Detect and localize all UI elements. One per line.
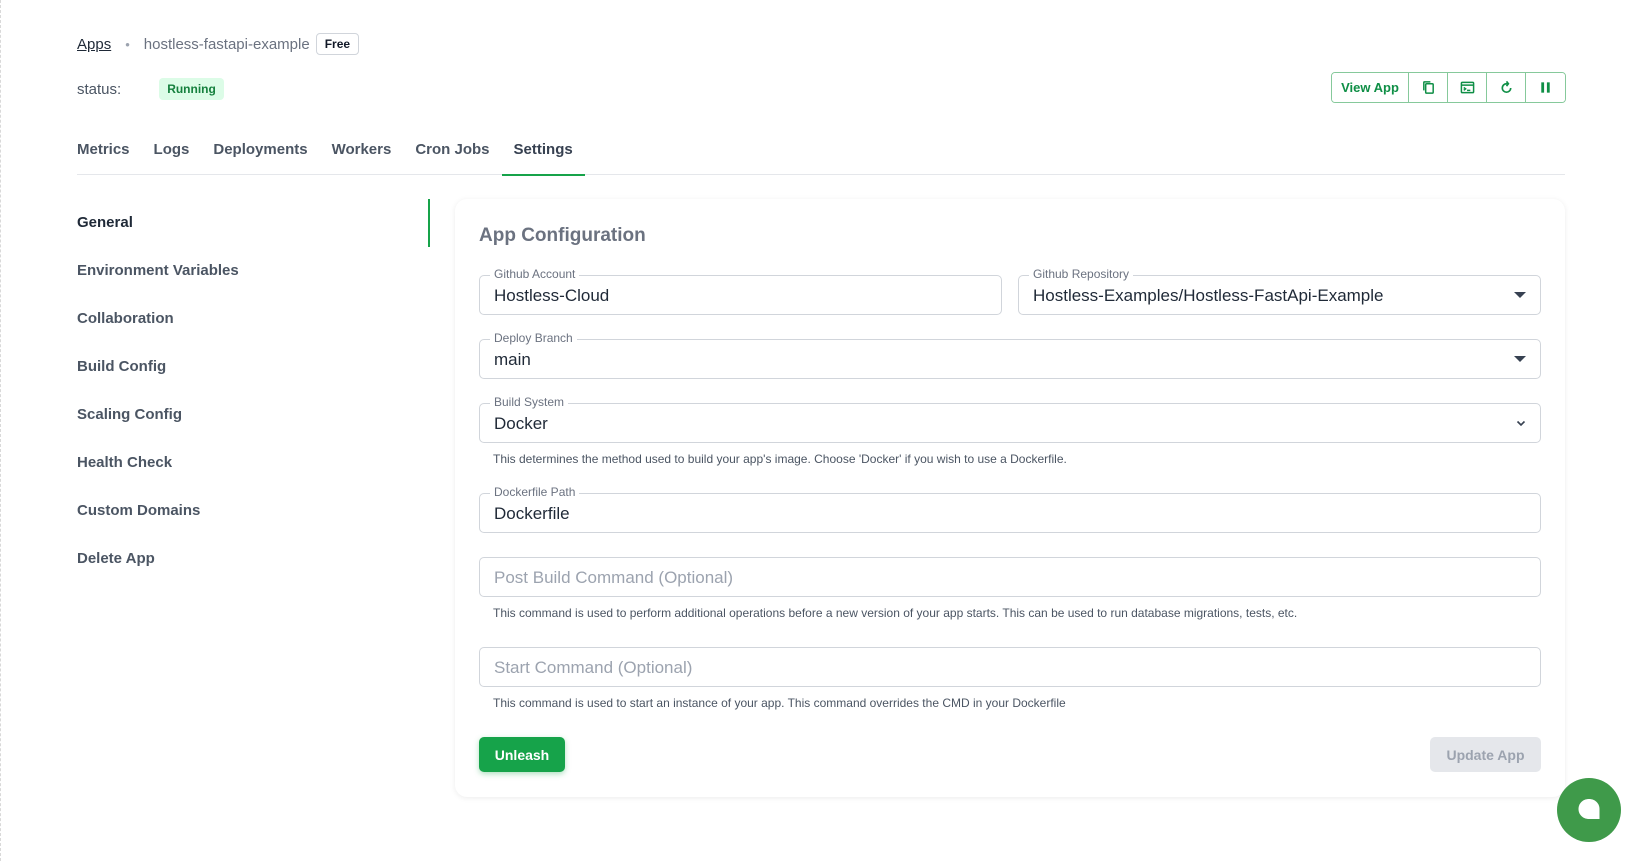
tab-logs[interactable]: Logs bbox=[154, 136, 190, 175]
post-build-command-placeholder: Post Build Command (Optional) bbox=[494, 568, 734, 587]
post-build-command-input[interactable]: Post Build Command (Optional) bbox=[479, 557, 1541, 597]
app-configuration-card: App Configuration Github Account Hostles… bbox=[455, 199, 1565, 797]
build-system-select[interactable]: Build System Docker bbox=[479, 395, 1541, 443]
build-system-helper: This determines the method used to build… bbox=[493, 452, 1067, 466]
deploy-branch-value: main bbox=[494, 350, 531, 369]
copy-button[interactable] bbox=[1409, 73, 1448, 102]
github-account-value: Hostless-Cloud bbox=[494, 286, 610, 305]
app-actions-group: View App bbox=[1331, 72, 1566, 103]
sidebar-active-indicator bbox=[428, 199, 430, 247]
unleash-button[interactable]: Unleash bbox=[479, 737, 565, 772]
caret-down-icon bbox=[1514, 292, 1526, 298]
start-command-helper: This command is used to start an instanc… bbox=[493, 696, 1066, 710]
build-system-value: Docker bbox=[494, 414, 548, 433]
dockerfile-path-label: Dockerfile Path bbox=[490, 485, 580, 499]
page-edge bbox=[0, 0, 1, 861]
copy-icon bbox=[1422, 81, 1434, 94]
status-badge: Running bbox=[159, 78, 224, 100]
pause-icon bbox=[1541, 82, 1550, 93]
dockerfile-path-value: Dockerfile bbox=[494, 504, 570, 523]
breadcrumb-apps-link[interactable]: Apps bbox=[77, 36, 111, 53]
deploy-branch-label: Deploy Branch bbox=[490, 331, 577, 345]
start-command-placeholder: Start Command (Optional) bbox=[494, 658, 693, 677]
sidebar-item-health-check[interactable]: Health Check bbox=[77, 454, 172, 471]
tab-deployments[interactable]: Deployments bbox=[213, 136, 307, 175]
sidebar-item-general[interactable]: General bbox=[77, 214, 133, 231]
tab-metrics[interactable]: Metrics bbox=[77, 136, 130, 175]
chat-launcher-button[interactable] bbox=[1557, 778, 1621, 842]
sidebar-item-custom-domains[interactable]: Custom Domains bbox=[77, 502, 200, 519]
sidebar-item-delete-app[interactable]: Delete App bbox=[77, 550, 155, 567]
caret-down-icon bbox=[1514, 356, 1526, 362]
breadcrumb: Apps • hostless-fastapi-example Free bbox=[77, 33, 360, 55]
chevron-down-icon bbox=[1516, 420, 1526, 427]
sidebar-item-scaling-config[interactable]: Scaling Config bbox=[77, 406, 182, 423]
console-button[interactable] bbox=[1448, 73, 1487, 102]
github-repository-label: Github Repository bbox=[1029, 267, 1134, 281]
deploy-branch-select[interactable]: Deploy Branch main bbox=[479, 331, 1541, 379]
sidebar-item-collaboration[interactable]: Collaboration bbox=[77, 310, 174, 327]
build-system-label: Build System bbox=[490, 395, 569, 409]
sidebar-item-build-config[interactable]: Build Config bbox=[77, 358, 166, 375]
view-app-button[interactable]: View App bbox=[1332, 73, 1409, 102]
terminal-icon bbox=[1460, 81, 1474, 94]
plan-badge: Free bbox=[315, 33, 360, 55]
card-title: App Configuration bbox=[479, 225, 646, 246]
github-repository-value: Hostless-Examples/Hostless-FastApi-Examp… bbox=[1033, 286, 1384, 305]
breadcrumb-separator: • bbox=[125, 36, 130, 52]
post-build-command-helper: This command is used to perform addition… bbox=[493, 606, 1298, 620]
tab-cron-jobs[interactable]: Cron Jobs bbox=[415, 136, 489, 175]
tab-workers[interactable]: Workers bbox=[332, 136, 392, 175]
tab-settings[interactable]: Settings bbox=[501, 136, 585, 176]
restart-button[interactable] bbox=[1487, 73, 1526, 102]
app-tabs: Metrics Logs Deployments Workers Cron Jo… bbox=[77, 136, 1565, 176]
github-account-label: Github Account bbox=[490, 267, 580, 281]
status-row: status: Running bbox=[77, 78, 224, 100]
github-account-field[interactable]: Github Account Hostless-Cloud bbox=[479, 267, 1002, 315]
restart-icon bbox=[1500, 80, 1512, 94]
dockerfile-path-field[interactable]: Dockerfile Path Dockerfile bbox=[479, 485, 1541, 533]
start-command-input[interactable]: Start Command (Optional) bbox=[479, 647, 1541, 687]
chat-bubble-icon bbox=[1578, 799, 1600, 819]
update-app-button[interactable]: Update App bbox=[1430, 737, 1541, 772]
github-repository-select[interactable]: Github Repository Hostless-Examples/Host… bbox=[1018, 267, 1541, 315]
pause-button[interactable] bbox=[1526, 73, 1565, 102]
breadcrumb-app-name: hostless-fastapi-example bbox=[143, 35, 310, 53]
sidebar-item-environment-variables[interactable]: Environment Variables bbox=[77, 262, 239, 279]
status-label: status: bbox=[77, 80, 122, 98]
